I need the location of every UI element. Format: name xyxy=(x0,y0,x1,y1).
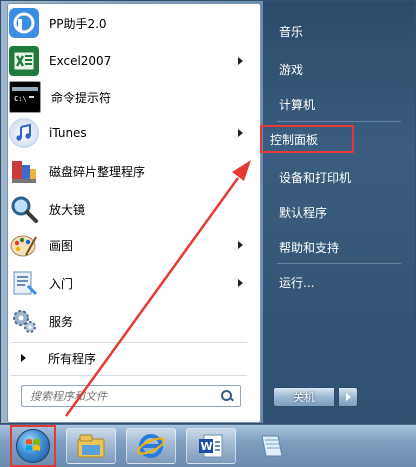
svg-text:W: W xyxy=(201,440,213,453)
program-label: 放大镜 xyxy=(49,202,86,217)
right-item-devices-and-printers[interactable]: 设备和打印机 xyxy=(271,163,403,191)
right-item-games[interactable]: 游戏 xyxy=(271,55,403,83)
internet-explorer-icon xyxy=(137,434,165,458)
program-label: 入门 xyxy=(49,276,74,291)
pp-assistant-icon xyxy=(9,8,39,38)
start-button[interactable] xyxy=(10,425,56,467)
search-box[interactable] xyxy=(21,385,241,407)
notepad-icon xyxy=(261,435,283,457)
submenu-arrow-icon[interactable] xyxy=(238,241,243,249)
magnifier-icon xyxy=(9,194,39,224)
program-item-services[interactable]: 服务 xyxy=(5,303,249,339)
search-input[interactable] xyxy=(28,386,220,406)
right-item-music[interactable]: 音乐 xyxy=(271,17,403,45)
program-label: PP助手2.0 xyxy=(49,16,107,31)
search-divider xyxy=(11,375,247,376)
program-label: 命令提示符 xyxy=(51,90,112,105)
program-item-getting-started[interactable]: 入门 xyxy=(5,265,249,301)
shutdown-button[interactable]: 关机 xyxy=(273,387,335,407)
program-label: 服务 xyxy=(49,314,74,329)
itunes-icon xyxy=(9,118,39,148)
program-item-excel[interactable]: Excel2007 xyxy=(5,43,249,79)
paint-icon xyxy=(9,230,39,260)
expand-arrow-icon xyxy=(21,354,26,362)
places-divider xyxy=(277,263,401,264)
right-item-computer[interactable]: 计算机 xyxy=(271,90,403,118)
windows-explorer-icon xyxy=(77,434,105,458)
start-menu: PP助手2.0 Excel2007 C:\ 命令提示符 iTunes 磁盘碎片整… xyxy=(0,0,416,424)
all-programs-label: 所有程序 xyxy=(48,351,97,366)
word-icon: W xyxy=(199,434,223,458)
excel-icon xyxy=(9,46,39,76)
program-label: iTunes xyxy=(49,126,87,140)
right-item-help-and-support[interactable]: 帮助和支持 xyxy=(271,233,403,261)
places-divider xyxy=(277,121,401,122)
right-item-default-programs[interactable]: 默认程序 xyxy=(271,198,403,226)
program-item-paint[interactable]: 画图 xyxy=(5,227,249,263)
disk-defragmenter-icon xyxy=(9,156,39,186)
program-label: 画图 xyxy=(49,238,74,253)
taskbar-notepad-button[interactable] xyxy=(246,428,296,464)
taskbar-explorer-button[interactable] xyxy=(66,428,116,464)
submenu-arrow-icon[interactable] xyxy=(238,129,243,137)
search-icon[interactable] xyxy=(220,389,234,403)
all-programs-button[interactable]: 所有程序 xyxy=(5,345,249,371)
getting-started-icon xyxy=(9,268,39,298)
program-item-command-prompt[interactable]: C:\ 命令提示符 xyxy=(5,79,249,115)
services-icon xyxy=(9,306,39,336)
windows-orb-icon xyxy=(16,429,50,463)
program-label: 磁盘碎片整理程序 xyxy=(49,164,146,179)
svg-text:C:\: C:\ xyxy=(14,95,27,103)
right-item-run[interactable]: 运行... xyxy=(271,268,403,296)
program-list-divider xyxy=(11,342,247,343)
submenu-arrow-icon[interactable] xyxy=(238,279,243,287)
program-item-itunes[interactable]: iTunes xyxy=(5,115,249,151)
command-prompt-icon: C:\ xyxy=(9,81,41,113)
program-item-pp-assistant[interactable]: PP助手2.0 xyxy=(5,5,249,41)
shutdown-options-button[interactable] xyxy=(338,387,358,407)
taskbar-word-button[interactable]: W xyxy=(186,428,236,464)
program-label: Excel2007 xyxy=(49,54,112,68)
taskbar-ie-button[interactable] xyxy=(126,428,176,464)
program-item-disk-defragmenter[interactable]: 磁盘碎片整理程序 xyxy=(5,153,249,189)
submenu-arrow-icon[interactable] xyxy=(238,57,243,65)
program-item-magnifier[interactable]: 放大镜 xyxy=(5,191,249,227)
right-item-control-panel[interactable]: 控制面板 xyxy=(260,125,354,153)
chevron-right-icon xyxy=(345,393,351,401)
